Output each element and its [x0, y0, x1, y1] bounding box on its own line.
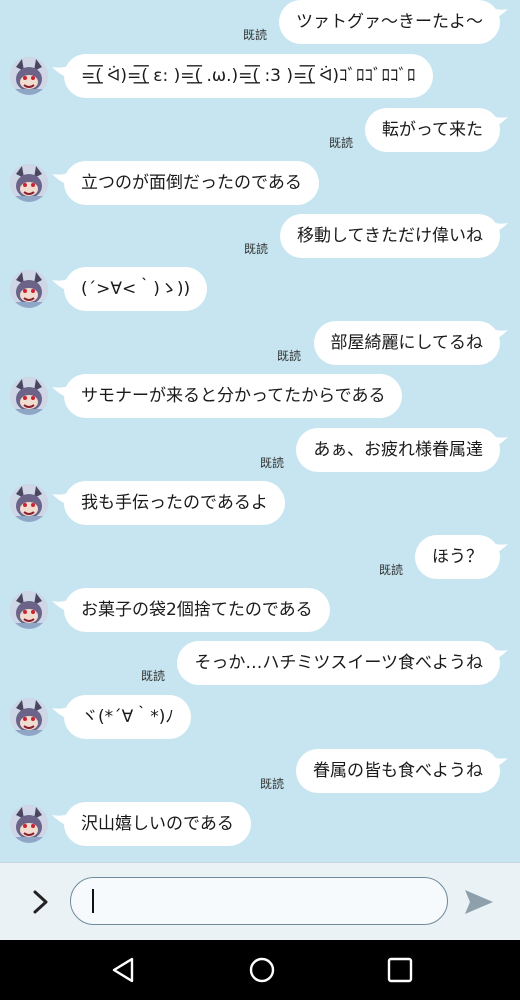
sent-message-row: 移動してきただけ偉いね 既読 [0, 214, 520, 258]
contact-avatar[interactable] [10, 164, 48, 202]
recents-square-icon[interactable] [384, 954, 416, 986]
read-receipt: 既読 [260, 456, 285, 470]
received-message-row: ヾ(*´∀｀*)ﾉ [0, 695, 520, 739]
read-receipt: 既読 [379, 563, 404, 577]
system-navigation-bar [0, 940, 520, 1000]
received-message-bubble[interactable]: お菓子の袋2個捨てたのである [64, 588, 330, 632]
received-message-bubble[interactable]: 我も手伝ったのであるよ [64, 481, 285, 525]
received-message-row: サモナーが来ると分かってたからである [0, 374, 520, 418]
sent-message-bubble[interactable]: 部屋綺麗にしてるね [313, 321, 500, 365]
received-message-bubble[interactable]: 立つのが面倒だったのである [64, 161, 319, 205]
chat-area[interactable]: ツァトグァ〜きーたよ〜 既読 =͟͟͞͞( ᐛ)=͟͟͞͞( ε: )=͟͟͞͞( … [0, 0, 520, 862]
sent-message-row: 眷属の皆も食べようね 既読 [0, 749, 520, 793]
sent-message-bubble[interactable]: そっか…ハチミツスイーツ食べようね [177, 641, 500, 685]
received-message-bubble[interactable]: 沢山嬉しいのである [64, 802, 251, 846]
sent-message-bubble[interactable]: 転がって来た [364, 108, 500, 152]
contact-avatar[interactable] [10, 377, 48, 415]
received-message-bubble[interactable]: サモナーが来ると分かってたからである [64, 374, 403, 418]
message-input[interactable] [70, 877, 448, 925]
chat-app: ツァトグァ〜きーたよ〜 既読 =͟͟͞͞( ᐛ)=͟͟͞͞( ε: )=͟͟͞͞( … [0, 0, 520, 1000]
sent-message-row: ほう？ 既読 [0, 535, 520, 579]
read-receipt: 既読 [260, 777, 285, 791]
read-receipt: 既読 [141, 669, 166, 683]
received-message-bubble[interactable]: =͟͟͞͞( ᐛ)=͟͟͞͞( ε: )=͟͟͞͞( .ω.)=͟͟͞͞( :3… [64, 54, 433, 98]
received-message-row: 立つのが面倒だったのである [0, 161, 520, 205]
sent-message-bubble[interactable]: ほう？ [415, 535, 500, 579]
contact-avatar[interactable] [10, 805, 48, 843]
sent-message-bubble[interactable]: あぁ、お疲れ様眷属達 [296, 428, 500, 472]
contact-avatar[interactable] [10, 270, 48, 308]
sent-message-bubble[interactable]: 眷属の皆も食べようね [296, 749, 500, 793]
sent-message-row: 部屋綺麗にしてるね 既読 [0, 321, 520, 365]
sent-message-row: ツァトグァ〜きーたよ〜 既読 [0, 0, 520, 44]
received-message-row: =͟͟͞͞( ᐛ)=͟͟͞͞( ε: )=͟͟͞͞( .ω.)=͟͟͞͞( :3… [0, 54, 520, 98]
chevron-right-icon[interactable] [28, 887, 54, 917]
sent-message-row: 転がって来た 既読 [0, 108, 520, 152]
received-message-row: お菓子の袋2個捨てたのである [0, 588, 520, 632]
sent-message-bubble[interactable]: ツァトグァ〜きーたよ〜 [279, 0, 500, 44]
received-message-row: (´>∀<｀)ゝ)) [0, 267, 520, 311]
sent-message-row: そっか…ハチミツスイーツ食べようね 既読 [0, 641, 520, 685]
received-message-row: 沢山嬉しいのである [0, 802, 520, 846]
contact-avatar[interactable] [10, 57, 48, 95]
received-message-row: 我も手伝ったのであるよ [0, 481, 520, 525]
contact-avatar[interactable] [10, 698, 48, 736]
read-receipt: 既読 [243, 28, 268, 42]
contact-avatar[interactable] [10, 484, 48, 522]
received-message-bubble[interactable]: (´>∀<｀)ゝ)) [64, 267, 208, 311]
read-receipt: 既読 [277, 349, 302, 363]
composer-bar [0, 862, 520, 941]
received-message-bubble[interactable]: ヾ(*´∀｀*)ﾉ [64, 695, 191, 739]
back-triangle-icon[interactable] [108, 954, 140, 986]
send-icon[interactable] [462, 887, 496, 917]
read-receipt: 既読 [244, 242, 269, 256]
text-caret [92, 889, 94, 913]
read-receipt: 既読 [329, 136, 354, 150]
sent-message-bubble[interactable]: 移動してきただけ偉いね [280, 214, 500, 258]
home-circle-icon[interactable] [246, 954, 278, 986]
sent-message-row: あぁ、お疲れ様眷属達 既読 [0, 428, 520, 472]
contact-avatar[interactable] [10, 591, 48, 629]
